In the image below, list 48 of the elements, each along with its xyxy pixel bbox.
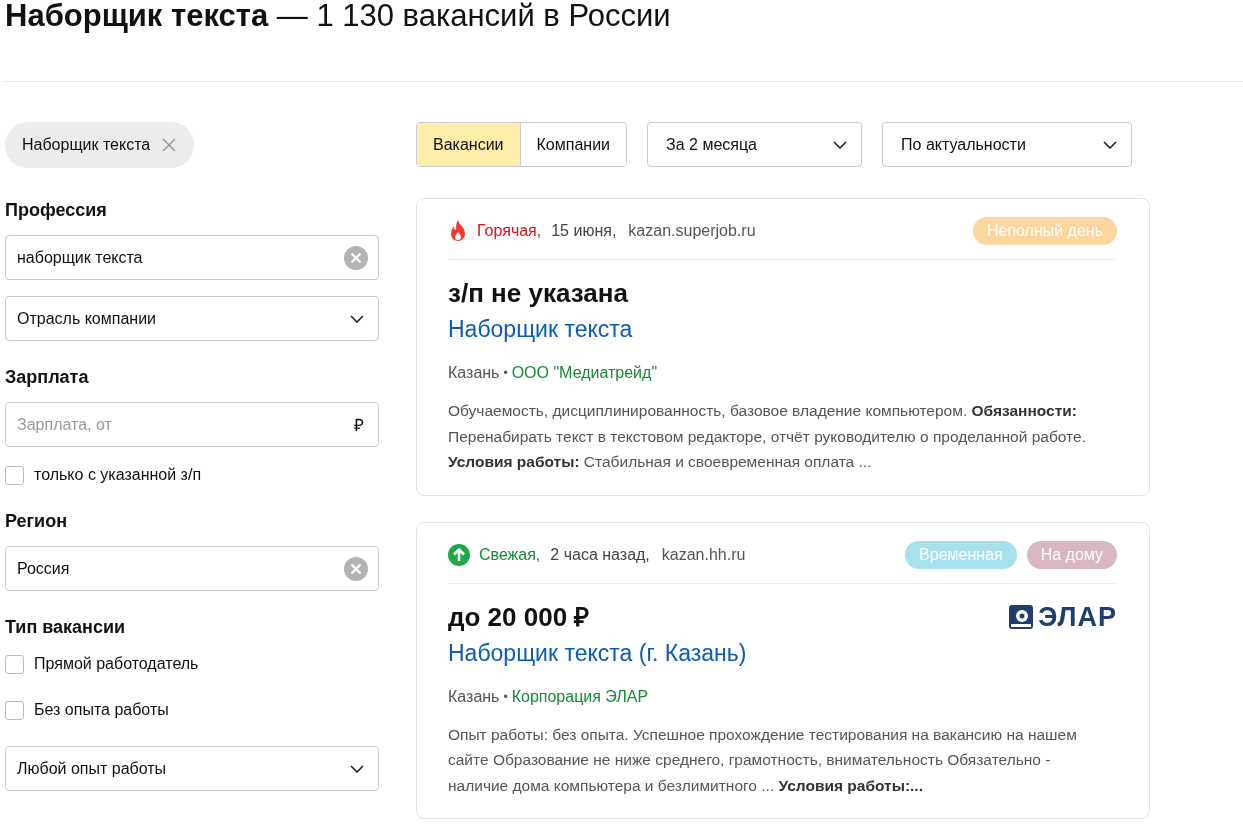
- company-link[interactable]: ООО "Медиатрейд": [511, 364, 658, 382]
- input-field[interactable]: наборщик текста: [5, 235, 379, 280]
- filter-heading: Зарплата: [5, 367, 90, 388]
- select-field[interactable]: Отрасль компании: [5, 296, 379, 341]
- clear-icon[interactable]: [344, 245, 368, 270]
- separator-dot: •: [503, 366, 508, 380]
- tag: Временная: [905, 540, 1017, 569]
- filter-heading: Профессия: [5, 200, 108, 221]
- company-logo: ЭЛАР: [1008, 601, 1117, 632]
- chevron-down-icon: [833, 140, 848, 149]
- clear-icon[interactable]: [344, 556, 368, 581]
- checkbox-option[interactable]: только с указанной з/п: [5, 463, 379, 487]
- checkbox-option[interactable]: Прямой работодатель: [5, 652, 379, 676]
- tag: На дому: [1026, 540, 1117, 569]
- vacancy-description: Опыт работы: без опыта. Успешное прохождение тестирования на вакансию на нашем сайте Образование не ниже среднего, грамотность, внимательность Обязательно - наличие дома компьютера и безлимитного ... Условия работы:...: [448, 724, 1078, 796]
- chevron-down-icon: [350, 764, 364, 773]
- tag: Неполный день: [972, 217, 1117, 245]
- input-field[interactable]: Зарплата, от ₽: [5, 402, 379, 447]
- tab[interactable]: Вакансии: [417, 123, 520, 166]
- filter-heading: Регион: [5, 511, 68, 532]
- separator-dot: •: [503, 689, 508, 704]
- salary: з/п не указана: [448, 277, 628, 310]
- city-label: Казань: [448, 687, 500, 706]
- dropdown[interactable]: По актуальности: [882, 122, 1133, 167]
- flame-icon: [448, 220, 468, 242]
- source-link[interactable]: kazan.superjob.ru: [628, 222, 756, 240]
- select-field[interactable]: Любой опыт работы: [5, 746, 379, 791]
- filter-chip[interactable]: Наборщик текста: [5, 122, 195, 168]
- date-label: 15 июня,: [551, 222, 617, 240]
- checkbox-option[interactable]: Без опыта работы: [5, 698, 379, 722]
- close-icon[interactable]: [162, 138, 177, 152]
- source-link[interactable]: kazan.hh.ru: [661, 545, 746, 564]
- vacancy-title-link[interactable]: Наборщик текста (г. Казань): [448, 637, 747, 668]
- status-label: Горячая,: [477, 222, 542, 240]
- tab[interactable]: Компании: [519, 123, 627, 166]
- company-link[interactable]: Корпорация ЭЛАР: [511, 687, 649, 706]
- vacancy-description: Обучаемость, дисциплинированность, базовое владение компьютером. Обязанности: Перенабирать текст в текстовом редакторе, отчёт руководителю о проделанной работе. Условия работы: Стабильная и своевременная оплата ...: [448, 401, 1087, 472]
- chevron-down-icon: [1103, 140, 1118, 149]
- chevron-down-icon: [350, 314, 364, 323]
- vacancy-title-link[interactable]: Наборщик текста: [448, 314, 633, 344]
- input-field[interactable]: Россия: [5, 546, 379, 591]
- filter-heading: Тип вакансии: [5, 617, 127, 638]
- page-title: Наборщик текста — 1 130 вакансий в России: [4, 0, 672, 34]
- city-label: Казань: [448, 364, 500, 382]
- date-label: 2 часа назад,: [550, 545, 650, 564]
- salary: до 20 000 ₽: [448, 600, 590, 634]
- dropdown[interactable]: За 2 месяца: [647, 122, 863, 167]
- status-label: Свежая,: [479, 545, 541, 564]
